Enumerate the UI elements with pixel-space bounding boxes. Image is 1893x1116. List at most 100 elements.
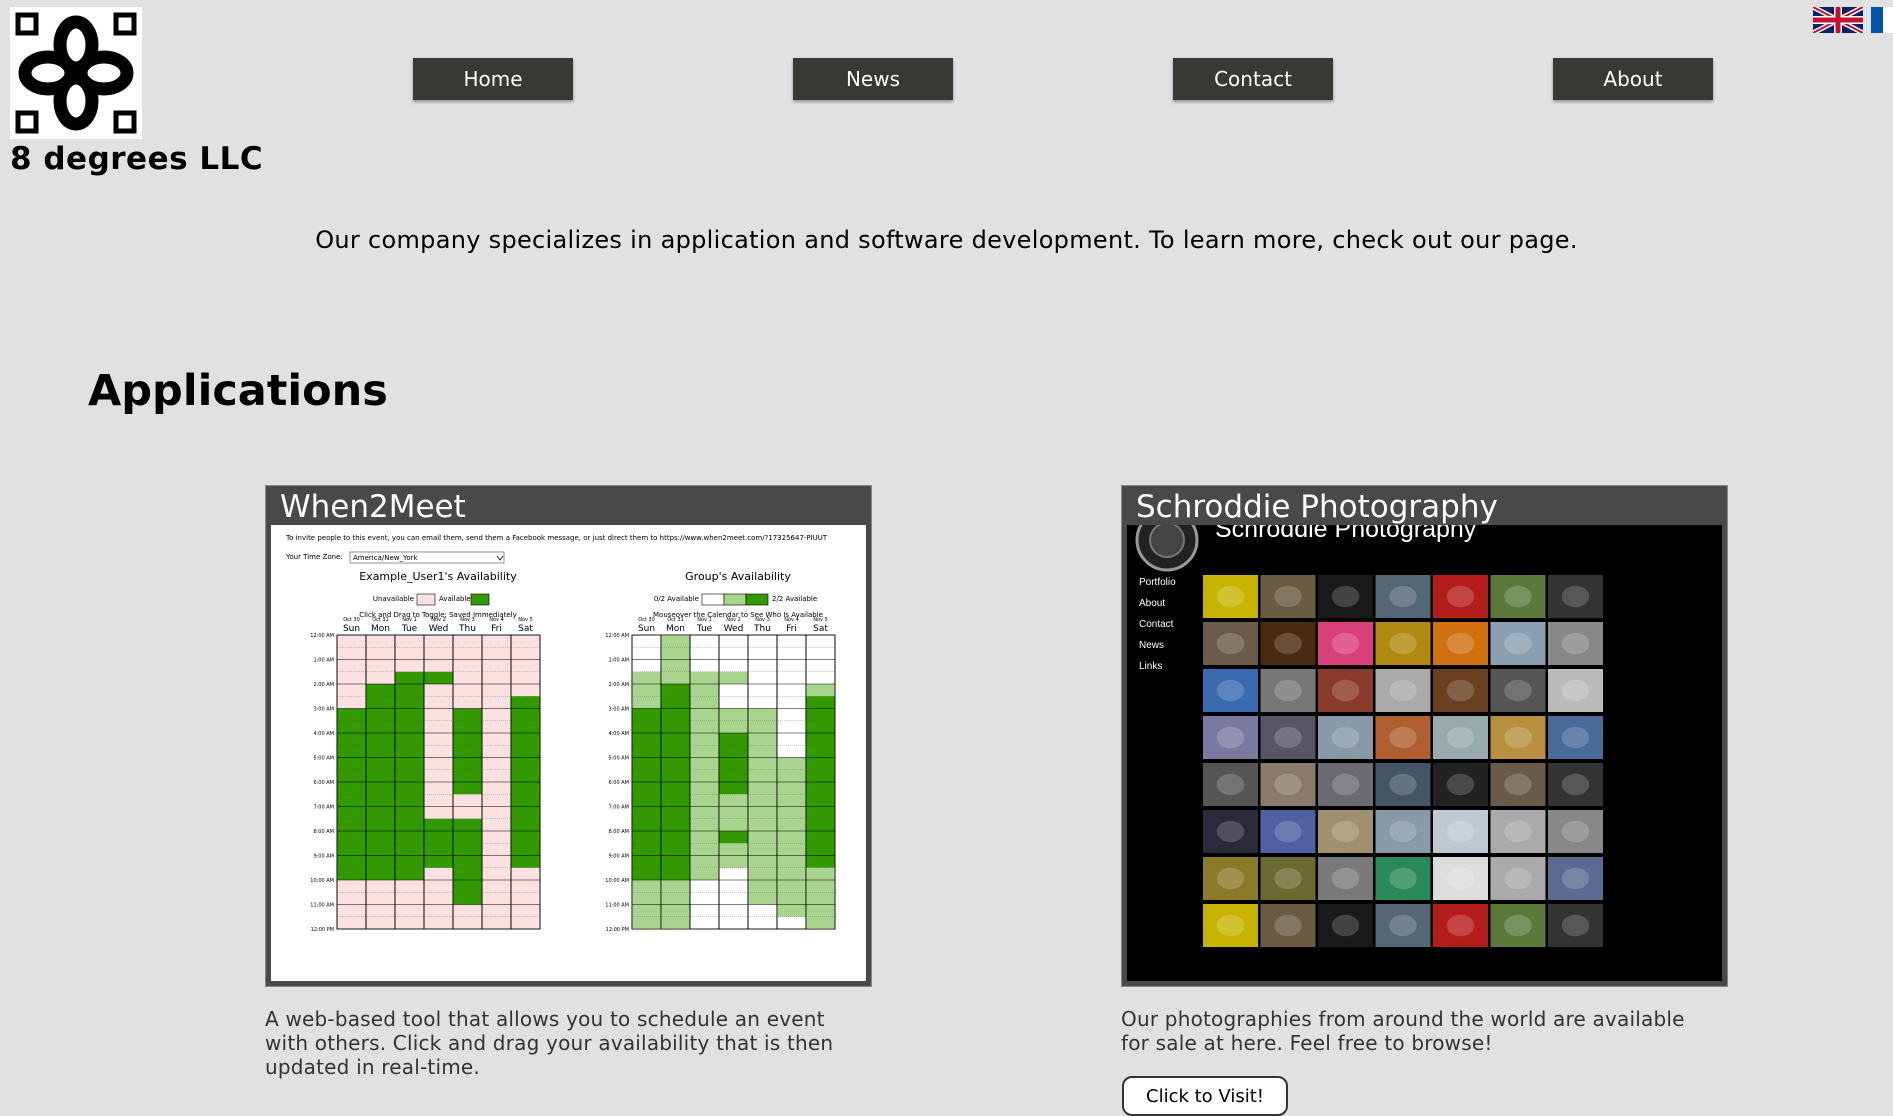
photo-thumbnail[interactable] bbox=[1375, 622, 1431, 665]
photo-thumbnail[interactable] bbox=[1203, 810, 1258, 853]
photo-thumbnail[interactable] bbox=[1318, 575, 1373, 618]
photo-thumbnail[interactable] bbox=[1375, 904, 1431, 947]
photo-thumbnail[interactable] bbox=[1433, 857, 1488, 900]
nav-contact-button[interactable]: Contact bbox=[1173, 58, 1333, 100]
photo-thumbnail[interactable] bbox=[1375, 575, 1431, 618]
photo-menu-item[interactable]: Links bbox=[1139, 661, 1162, 672]
photo-thumbnail[interactable] bbox=[1548, 904, 1603, 947]
time-label: 9:00 AM bbox=[608, 854, 629, 860]
legend-min: 0/2 Available bbox=[654, 595, 699, 603]
nav-about-button[interactable]: About bbox=[1553, 58, 1713, 100]
photo-thumbnail[interactable] bbox=[1548, 763, 1603, 806]
time-label: 6:00 AM bbox=[608, 780, 629, 786]
nav-home-button[interactable]: Home bbox=[413, 58, 573, 100]
photo-thumbnail[interactable] bbox=[1433, 669, 1488, 712]
photo-thumbnail[interactable] bbox=[1433, 575, 1488, 618]
photo-thumbnail[interactable] bbox=[1548, 575, 1603, 618]
photo-thumbnail[interactable] bbox=[1433, 904, 1488, 947]
photo-thumbnail[interactable] bbox=[1490, 904, 1546, 947]
availability-block bbox=[661, 659, 690, 684]
photo-thumbnail[interactable] bbox=[1375, 763, 1431, 806]
photo-thumbnail[interactable] bbox=[1433, 716, 1488, 759]
photo-menu-item[interactable]: Portfolio bbox=[1139, 577, 1176, 588]
app-card-when2meet[interactable]: When2Meet To invite people to this event… bbox=[265, 485, 872, 987]
card-title: Schroddie Photography bbox=[1136, 489, 1498, 525]
photo-thumbnail[interactable] bbox=[1260, 716, 1316, 759]
date-label: Nov 4 bbox=[784, 617, 799, 623]
schroddie-screenshot[interactable]: Schroddie Photography Portfolio About Cont… bbox=[1127, 525, 1722, 981]
day-label: Tue bbox=[401, 624, 418, 634]
availability-block bbox=[632, 671, 661, 709]
group-availability-grid[interactable]: Oct 30Sun Oct 31Mon Nov 1Tue Nov 2Wed Nov 3T… bbox=[605, 617, 836, 933]
invite-text: To invite people to this event, you can … bbox=[285, 534, 828, 542]
france-flag-icon[interactable] bbox=[1871, 7, 1893, 33]
photo-thumbnail[interactable] bbox=[1548, 857, 1603, 900]
photo-menu-item[interactable]: News bbox=[1139, 640, 1164, 651]
date-label: Nov 5 bbox=[813, 617, 828, 623]
date-label: Nov 5 bbox=[518, 617, 533, 623]
timezone-value: America/New_York bbox=[353, 554, 419, 562]
photo-menu-item[interactable]: Contact bbox=[1139, 619, 1174, 630]
availability-block bbox=[395, 671, 424, 880]
photo-thumbnail[interactable] bbox=[1260, 810, 1316, 853]
photo-thumbnail[interactable] bbox=[1260, 857, 1316, 900]
uk-flag-icon[interactable] bbox=[1813, 7, 1863, 33]
user-availability-grid[interactable]: Oct 30Sun Oct 31Mon Nov 1Tue Nov 2Wed Nov 3T… bbox=[310, 617, 541, 933]
tagline: Our company specializes in application a… bbox=[315, 226, 1578, 254]
photo-thumbnail[interactable] bbox=[1375, 857, 1431, 900]
day-label: Sun bbox=[343, 624, 360, 634]
photo-menu-item[interactable]: About bbox=[1139, 598, 1165, 609]
photo-thumbnail[interactable] bbox=[1318, 763, 1373, 806]
photo-thumbnail[interactable] bbox=[1490, 857, 1546, 900]
photo-thumbnail[interactable] bbox=[1318, 904, 1373, 947]
photo-thumbnail[interactable] bbox=[1375, 810, 1431, 853]
photo-thumbnail[interactable] bbox=[1203, 763, 1258, 806]
photo-thumbnail[interactable] bbox=[1203, 857, 1258, 900]
visit-button[interactable]: Click to Visit! bbox=[1122, 1076, 1288, 1116]
photo-thumbnail[interactable] bbox=[1260, 904, 1316, 947]
time-label: 9:00 AM bbox=[313, 854, 334, 860]
app-card-schroddie[interactable]: Schroddie Photography Schroddie Photogra… bbox=[1121, 485, 1728, 987]
day-label: Mon bbox=[371, 624, 390, 634]
left-grid-title: Example_User1's Availability bbox=[359, 570, 517, 583]
photo-thumbnail[interactable] bbox=[1318, 716, 1373, 759]
photo-thumbnail[interactable] bbox=[1490, 810, 1546, 853]
availability-block bbox=[424, 671, 453, 684]
nav-news-button[interactable]: News bbox=[793, 58, 953, 100]
photo-thumbnail[interactable] bbox=[1490, 622, 1546, 665]
photo-thumbnail[interactable] bbox=[1548, 810, 1603, 853]
photo-thumbnail[interactable] bbox=[1203, 904, 1258, 947]
photo-thumbnail[interactable] bbox=[1375, 716, 1431, 759]
photo-thumbnail[interactable] bbox=[1318, 857, 1373, 900]
photo-thumbnail[interactable] bbox=[1490, 575, 1546, 618]
photo-thumbnail[interactable] bbox=[1260, 622, 1316, 665]
photo-thumbnail[interactable] bbox=[1318, 622, 1373, 665]
day-label: Wed bbox=[429, 624, 449, 634]
when2meet-screenshot[interactable]: To invite people to this event, you can … bbox=[271, 525, 866, 981]
availability-block bbox=[690, 671, 719, 709]
availability-block bbox=[453, 818, 482, 905]
photo-thumbnail[interactable] bbox=[1203, 669, 1258, 712]
photo-thumbnail[interactable] bbox=[1433, 763, 1488, 806]
photo-thumbnail[interactable] bbox=[1375, 669, 1431, 712]
photo-thumbnail[interactable] bbox=[1260, 669, 1316, 712]
photo-thumbnail[interactable] bbox=[1203, 716, 1258, 759]
photo-thumbnail[interactable] bbox=[1203, 622, 1258, 665]
photo-thumbnail[interactable] bbox=[1433, 810, 1488, 853]
photo-thumbnail[interactable] bbox=[1548, 622, 1603, 665]
photo-thumbnail[interactable] bbox=[1433, 622, 1488, 665]
photo-thumbnail[interactable] bbox=[1318, 669, 1373, 712]
company-logo[interactable] bbox=[10, 7, 142, 139]
photo-thumbnail[interactable] bbox=[1548, 716, 1603, 759]
legend-scale-2 bbox=[745, 593, 769, 606]
photo-thumbnail[interactable] bbox=[1203, 575, 1258, 618]
photo-thumbnail[interactable] bbox=[1548, 669, 1603, 712]
photo-thumbnail[interactable] bbox=[1490, 763, 1546, 806]
photo-thumbnail[interactable] bbox=[1260, 763, 1316, 806]
photo-thumbnail[interactable] bbox=[1490, 669, 1546, 712]
time-label: 6:00 AM bbox=[313, 780, 334, 786]
time-label: 11:00 AM bbox=[310, 903, 334, 909]
photo-thumbnail[interactable] bbox=[1260, 575, 1316, 618]
photo-thumbnail[interactable] bbox=[1490, 716, 1546, 759]
photo-thumbnail[interactable] bbox=[1318, 810, 1373, 853]
